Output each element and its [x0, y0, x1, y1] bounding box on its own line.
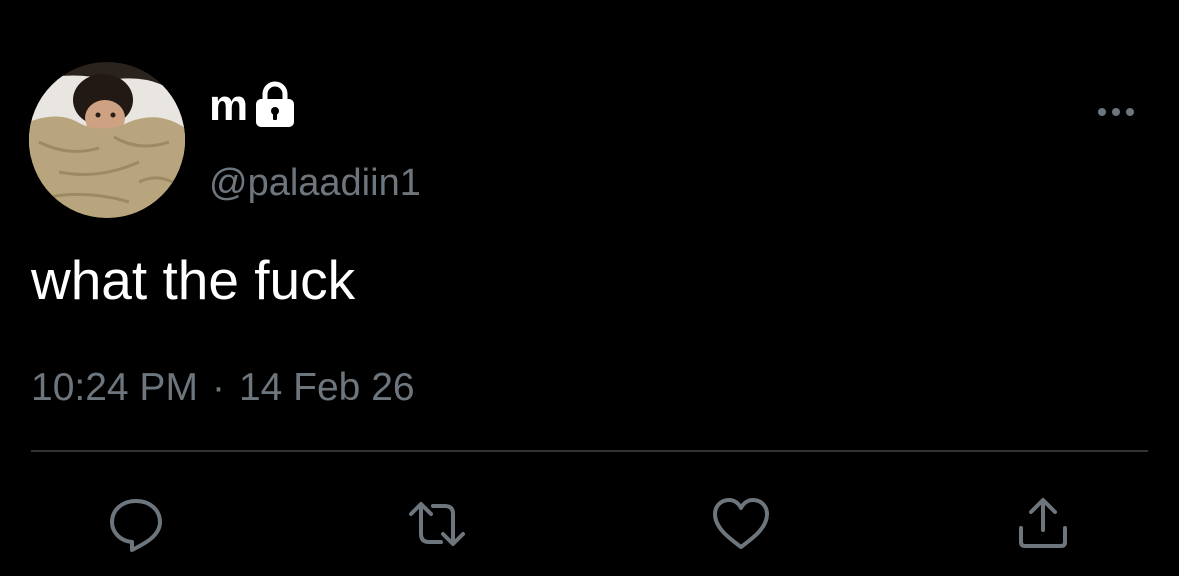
avatar[interactable]	[29, 62, 185, 218]
share-button[interactable]	[1011, 492, 1075, 556]
name-row: m	[209, 80, 299, 132]
more-icon[interactable]	[1094, 100, 1138, 124]
retweet-icon	[409, 502, 465, 546]
reply-button[interactable]	[104, 492, 168, 556]
tweet-timestamp: 10:24 PM · 14 Feb 26	[31, 365, 415, 411]
meta-separator: ·	[211, 366, 225, 409]
display-name[interactable]: m	[209, 80, 248, 132]
share-icon	[1019, 498, 1067, 548]
tweet-text: what the fuck	[31, 249, 356, 311]
tweet-time[interactable]: 10:24 PM	[31, 366, 198, 409]
user-handle[interactable]: @palaadiin1	[209, 160, 421, 206]
heart-icon	[713, 498, 769, 549]
reply-icon	[110, 499, 162, 552]
like-button[interactable]	[709, 492, 773, 556]
lock-icon	[256, 81, 295, 127]
divider	[31, 450, 1148, 452]
retweet-button[interactable]	[405, 492, 469, 556]
tweet-date[interactable]: 14 Feb 26	[239, 366, 415, 409]
avatar-image	[29, 62, 185, 218]
